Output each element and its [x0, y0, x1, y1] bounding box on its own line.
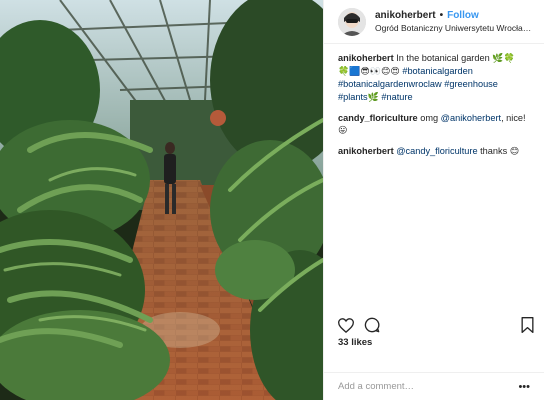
comment-text: omg	[420, 112, 439, 123]
post-sidebar: anikoherbert • Follow Ogród Botaniczny U…	[323, 0, 544, 400]
follow-button[interactable]: Follow	[447, 10, 479, 21]
greenhouse-image	[0, 0, 323, 400]
comment-icon	[364, 317, 380, 333]
bookmark-icon	[521, 317, 534, 333]
comment-emoji: 😛	[338, 126, 348, 137]
comment-emoji: 😊	[509, 147, 520, 158]
post-location[interactable]: Ogród Botaniczny Uniwersytetu Wrocławski…	[375, 23, 534, 33]
likes-count[interactable]: 33 likes	[338, 337, 372, 348]
comment-input[interactable]	[338, 381, 519, 392]
hashtag-link[interactable]: #botanicalgarden	[402, 66, 473, 76]
avatar[interactable]	[338, 7, 366, 36]
instagram-post: anikoherbert • Follow Ogród Botaniczny U…	[0, 0, 544, 400]
header-text: anikoherbert • Follow Ogród Botaniczny U…	[375, 10, 534, 33]
action-bar	[338, 313, 534, 337]
comment-text: thanks	[480, 146, 508, 157]
avatar-image	[338, 7, 366, 36]
save-button[interactable]	[521, 317, 534, 333]
comment-text: , nice!	[501, 112, 526, 123]
caption: anikoherbert In the botanical garden 🌿🍀 …	[338, 52, 534, 104]
comment-item: anikoherbert @candy_floriculture thanks …	[338, 145, 534, 158]
mention-link[interactable]: @candy_floriculture	[396, 146, 477, 156]
add-comment-bar: •••	[324, 372, 544, 400]
post-photo[interactable]	[0, 0, 323, 400]
separator-dot: •	[439, 10, 444, 21]
post-header: anikoherbert • Follow Ogród Botaniczny U…	[324, 0, 544, 44]
hashtag-link[interactable]: #nature	[381, 92, 412, 102]
heart-icon	[338, 317, 354, 333]
caption-text: In the botanical garden	[396, 53, 490, 63]
comment-button[interactable]	[364, 317, 380, 333]
comment-item: candy_floriculture omg @anikoherbert, ni…	[338, 112, 534, 138]
comments-section: anikoherbert In the botanical garden 🌿🍀 …	[338, 52, 534, 167]
hashtag-link[interactable]: #plants	[338, 92, 368, 102]
hashtag-link[interactable]: #botanicalgardenwroclaw	[338, 79, 442, 89]
comment-username[interactable]: anikoherbert	[338, 146, 394, 156]
leaf-emoji: 🌿	[367, 92, 379, 103]
header-top-row: anikoherbert • Follow	[375, 10, 534, 21]
comment-username[interactable]: candy_floriculture	[338, 113, 418, 123]
like-button[interactable]	[338, 317, 354, 333]
more-options-button[interactable]: •••	[518, 381, 530, 393]
caption-emojis-2: 🍀🟦😎👀😊😍	[338, 67, 400, 78]
mention-link[interactable]: @anikoherbert	[441, 113, 501, 123]
post-username[interactable]: anikoherbert	[375, 10, 436, 21]
caption-username[interactable]: anikoherbert	[338, 53, 394, 63]
hashtag-link[interactable]: #greenhouse	[444, 79, 498, 89]
caption-emojis-1: 🌿🍀	[492, 54, 515, 64]
